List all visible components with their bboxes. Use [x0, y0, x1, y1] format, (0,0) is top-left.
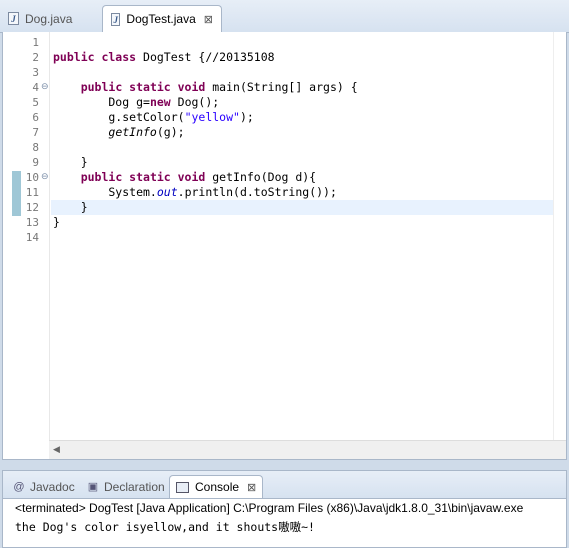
code-line[interactable]: public static void main(String[] args) {	[51, 80, 554, 95]
code-line[interactable]: Dog g=new Dog();	[51, 95, 554, 110]
code-token: public class	[53, 50, 137, 64]
tab-label: Javadoc	[30, 480, 75, 494]
code-line[interactable]	[51, 65, 554, 80]
code-line[interactable]	[51, 230, 554, 245]
console-panel: @ Javadoc ▣ Declaration Console ⊠ <termi…	[2, 470, 567, 548]
line-number: 7	[32, 126, 39, 139]
code-token: main(String[] args) {	[205, 80, 358, 94]
fold-toggle-icon[interactable]: ⊖	[41, 80, 49, 95]
console-status-line: <terminated> DogTest [Java Application] …	[15, 501, 524, 515]
scroll-left-icon[interactable]: ◀	[53, 444, 60, 455]
fold-toggle-icon[interactable]: ⊖	[41, 170, 49, 185]
line-number: 8	[32, 141, 39, 154]
declaration-icon: ▣	[87, 481, 99, 493]
code-editor[interactable]: 1 2 3 4 ⊖ 5 6 7 8 9 10 ⊖ 11 12 13 14 public class DogTe…	[2, 32, 567, 460]
code-line[interactable]: g.setColor("yellow");	[51, 110, 554, 125]
console-output-line: the Dog's color isyellow,and it shouts嗷嗷…	[15, 520, 315, 534]
line-number: 10	[25, 171, 39, 184]
code-token: (g);	[156, 125, 185, 139]
code-line[interactable]: System.out.println(d.toString());	[51, 185, 554, 200]
editor-tab-bar: J Dog.java J DogTest.java ⊠	[0, 0, 569, 33]
close-icon[interactable]: ⊠	[204, 13, 213, 26]
tab-label: Console	[195, 480, 240, 494]
overview-ruler	[553, 32, 566, 442]
code-line[interactable]: getInfo(g);	[51, 125, 554, 140]
code-token: DogTest {//20135108	[136, 50, 275, 64]
line-number: 14	[25, 231, 39, 244]
line-number: 12	[25, 201, 39, 214]
code-token: }	[53, 215, 60, 229]
tab-javadoc[interactable]: @ Javadoc	[7, 476, 81, 498]
code-token: public static void	[80, 170, 206, 184]
tab-label: DogTest.java	[126, 12, 196, 26]
code-line[interactable]: }	[51, 200, 554, 215]
horizontal-scrollbar[interactable]: ◀	[49, 440, 566, 459]
code-token: }	[53, 155, 88, 169]
code-line[interactable]: public static void getInfo(Dog d){	[51, 170, 554, 185]
line-number: 2	[32, 51, 39, 64]
code-token: Dog g=	[53, 95, 150, 109]
line-number: 4	[32, 81, 39, 94]
code-line[interactable]: public class DogTest {//20135108	[51, 50, 554, 65]
code-token: Dog();	[170, 95, 220, 109]
code-token: getInfo(Dog d){	[205, 170, 317, 184]
line-number: 11	[25, 186, 39, 199]
line-number: 6	[32, 111, 39, 124]
tab-console[interactable]: Console ⊠	[169, 475, 264, 498]
code-area[interactable]: public class DogTest {//20135108 public …	[51, 32, 554, 442]
code-token: System.	[53, 185, 157, 199]
tab-dogtest-java[interactable]: J DogTest.java ⊠	[102, 5, 222, 32]
tab-dog-java[interactable]: J Dog.java	[0, 6, 102, 31]
code-token: out	[156, 185, 178, 199]
code-token: );	[239, 110, 254, 124]
code-line[interactable]	[51, 140, 554, 155]
code-line[interactable]	[51, 35, 554, 50]
tab-declaration[interactable]: ▣ Declaration	[81, 476, 171, 498]
code-token: new	[149, 95, 171, 109]
code-token: "yellow"	[184, 110, 240, 124]
line-number: 1	[32, 36, 39, 49]
close-icon[interactable]: ⊠	[247, 481, 256, 494]
code-token: getInfo	[108, 125, 157, 139]
code-token: }	[53, 200, 88, 214]
java-file-icon: J	[8, 12, 19, 25]
tab-label: Dog.java	[25, 11, 73, 26]
line-number: 5	[32, 96, 39, 109]
java-file-icon: J	[111, 12, 121, 26]
line-number-gutter: 1 2 3 4 ⊖ 5 6 7 8 9 10 ⊖ 11 12 13 14	[21, 32, 49, 442]
line-number: 9	[32, 156, 39, 169]
code-line[interactable]: }	[51, 215, 554, 230]
console-icon	[176, 481, 189, 493]
line-number: 13	[25, 216, 39, 229]
code-token: public static void	[80, 80, 206, 94]
code-token: .println(d.toString());	[177, 185, 337, 199]
gutter-separator	[49, 32, 50, 442]
at-icon: @	[13, 481, 25, 493]
change-marker	[12, 171, 21, 216]
code-line[interactable]: }	[51, 155, 554, 170]
bottom-tab-bar: @ Javadoc ▣ Declaration Console ⊠	[3, 471, 566, 499]
code-token: g.setColor(	[53, 110, 185, 124]
tab-label: Declaration	[104, 480, 165, 494]
line-number: 3	[32, 66, 39, 79]
